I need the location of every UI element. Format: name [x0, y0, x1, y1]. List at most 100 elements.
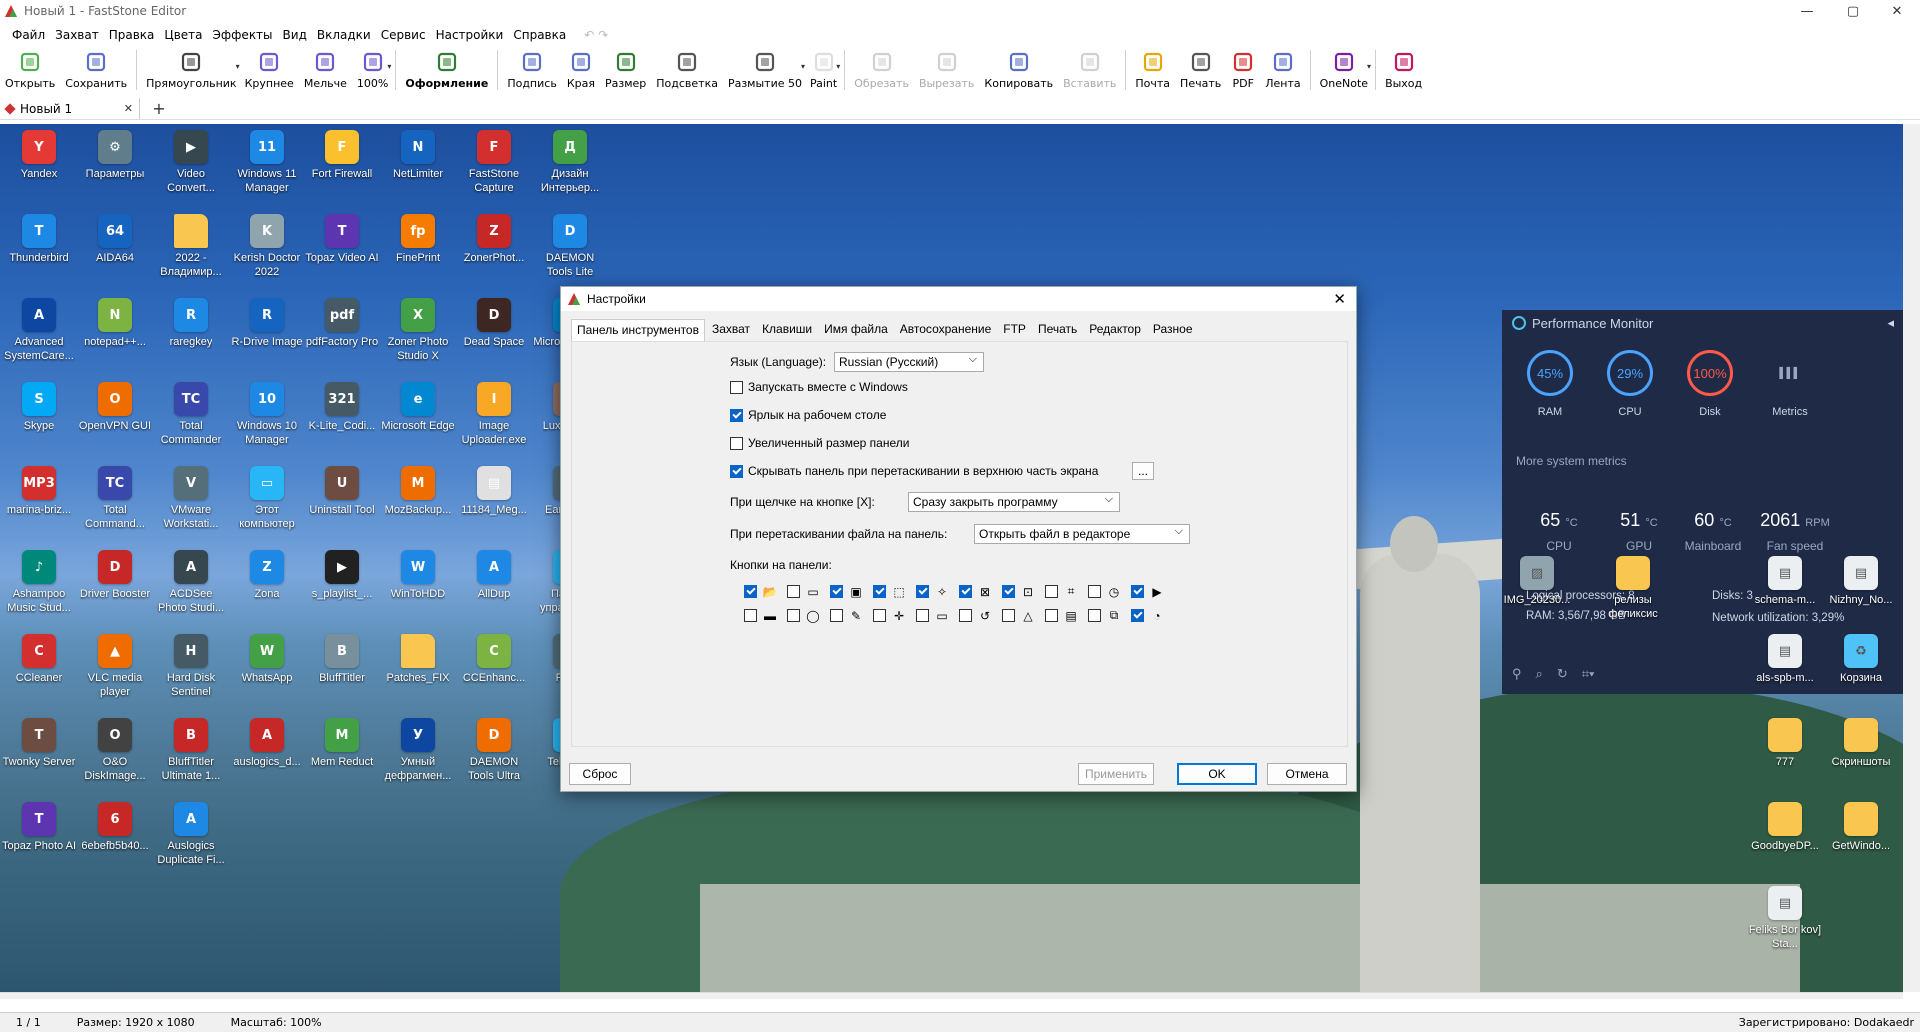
- maximize-button[interactable]: ▢: [1830, 0, 1876, 22]
- check-hide-panel[interactable]: Скрывать панель при перетаскивании в вер…: [730, 464, 1098, 478]
- menu-item[interactable]: Файл: [12, 28, 45, 42]
- panel-button-checkbox[interactable]: [916, 585, 929, 598]
- perf-collapse-icon[interactable]: ◂: [1887, 315, 1894, 331]
- desktop-icon[interactable]: T Twonky Server: [2, 718, 76, 769]
- toolbar-button[interactable]: Копировать: [982, 50, 1055, 90]
- panel-button-option[interactable]: 📂: [744, 585, 778, 599]
- desktop-icon[interactable]: S Skype: [2, 382, 76, 433]
- desktop-icon[interactable]: D Dead Space: [457, 298, 531, 349]
- toolbar-button[interactable]: Подпись: [505, 50, 558, 90]
- panel-button-option[interactable]: ⊡: [1002, 585, 1036, 599]
- desktop-icon[interactable]: ▨ IMG_20230...: [1500, 556, 1574, 607]
- toolbar-button[interactable]: OneNote: [1318, 50, 1370, 90]
- panel-button-checkbox[interactable]: [1088, 609, 1101, 622]
- desktop-icon[interactable]: ▶ Video Convert...: [154, 130, 228, 195]
- hide-panel-more-button[interactable]: ...: [1132, 462, 1154, 480]
- desktop-icon[interactable]: B BluffTitler: [305, 634, 379, 685]
- desktop-icon[interactable]: ♪ Ashampoo Music Stud...: [2, 550, 76, 615]
- search-icon[interactable]: ⌕: [1536, 666, 1543, 682]
- desktop-icon[interactable]: B BluffTitler Ultimate 1...: [154, 718, 228, 783]
- panel-button-option[interactable]: ▣: [830, 585, 864, 599]
- panel-button-checkbox[interactable]: [744, 585, 757, 598]
- settings-tab[interactable]: Захват: [707, 319, 755, 341]
- settings-tab[interactable]: Редактор: [1084, 319, 1146, 341]
- menu-item[interactable]: Вкладки: [317, 28, 371, 42]
- panel-button-checkbox[interactable]: [1131, 585, 1144, 598]
- desktop-icon[interactable]: GoodbyeDP...: [1748, 802, 1822, 853]
- menu-item[interactable]: Эффекты: [213, 28, 273, 42]
- desktop-icon[interactable]: Z Zona: [230, 550, 304, 601]
- desktop-icon[interactable]: Aauslogics_d...: [230, 718, 304, 769]
- panel-button-option[interactable]: ⌗: [1045, 584, 1079, 599]
- settings-close-icon[interactable]: ✕: [1333, 290, 1346, 308]
- desktop-icon[interactable]: У Умный дефрагмен...: [381, 718, 455, 783]
- desktop-icon[interactable]: 11 Windows 11 Manager: [230, 130, 304, 195]
- desktop-icon[interactable]: K Kerish Doctor 2022: [230, 214, 304, 279]
- toolbar-button[interactable]: Оформление: [403, 50, 490, 90]
- desktop-icon[interactable]: R R-Drive Image: [230, 298, 304, 349]
- add-tab-button[interactable]: +: [148, 99, 170, 118]
- check-startup[interactable]: Запускать вместе с Windows: [730, 380, 908, 394]
- panel-button-option[interactable]: ✛: [873, 609, 907, 623]
- desktop-icon[interactable]: ▤ Nizhny_No...: [1824, 556, 1898, 607]
- desktop-icon[interactable]: ▤ Feliks Bor kov] Sta...: [1748, 886, 1822, 951]
- close-button[interactable]: ✕: [1874, 0, 1920, 22]
- menu-item[interactable]: Захват: [55, 28, 99, 42]
- pin-icon[interactable]: ⚲: [1512, 666, 1522, 682]
- panel-button-checkbox[interactable]: [873, 585, 886, 598]
- horizontal-scrollbar[interactable]: [0, 992, 1903, 999]
- doc-tab-new1[interactable]: Новый 1 ✕: [0, 98, 140, 119]
- desktop-icon[interactable]: M MozBackup...: [381, 466, 455, 517]
- panel-button-checkbox[interactable]: [959, 609, 972, 622]
- toolbar-button[interactable]: Размер: [603, 50, 648, 90]
- panel-button-option[interactable]: ▤: [1045, 609, 1079, 623]
- close-action-select[interactable]: Сразу закрыть программу: [908, 492, 1120, 512]
- desktop-icon[interactable]: Patches_FIX: [381, 634, 455, 685]
- perf-gauge[interactable]: ▌▌▌ Metrics: [1760, 350, 1820, 419]
- dropdown-arrow-icon[interactable]: ▾: [1367, 62, 1371, 71]
- desktop-icon[interactable]: T Thunderbird: [2, 214, 76, 265]
- panel-button-checkbox[interactable]: [916, 609, 929, 622]
- toolbar-button[interactable]: Почта: [1133, 50, 1172, 90]
- settings-tab[interactable]: Имя файла: [819, 319, 893, 341]
- undo-redo-icons[interactable]: ↶ ↷: [584, 28, 608, 42]
- desktop-icon[interactable]: A ACDSee Photo Studi...: [154, 550, 228, 615]
- desktop-icon[interactable]: A AllDup: [457, 550, 531, 601]
- panel-button-option[interactable]: ↺: [959, 609, 993, 623]
- startup-checkbox[interactable]: [730, 380, 743, 394]
- desktop-icon[interactable]: TC Total Command...: [78, 466, 152, 531]
- panel-button-option[interactable]: ⧉: [1088, 608, 1122, 623]
- desktop-icon[interactable]: F Fort Firewall: [305, 130, 379, 181]
- toolbar-button[interactable]: Мельче: [302, 50, 349, 90]
- panel-button-checkbox[interactable]: [1045, 609, 1058, 622]
- perf-gauge[interactable]: 100% Disk: [1680, 350, 1740, 418]
- menu-item[interactable]: Настройки: [436, 28, 504, 42]
- panel-button-option[interactable]: ▭: [916, 609, 950, 623]
- panel-button-checkbox[interactable]: [959, 585, 972, 598]
- desktop-icon[interactable]: M Mem Reduct: [305, 718, 379, 769]
- panel-button-checkbox[interactable]: [787, 609, 800, 622]
- toolbar-button[interactable]: Печать: [1178, 50, 1223, 90]
- language-select[interactable]: Russian (Русский): [834, 352, 984, 372]
- desktop-icon[interactable]: D DAEMON Tools Ultra: [457, 718, 531, 783]
- desktop-icon[interactable]: T Topaz Video AI: [305, 214, 379, 265]
- desktop-icon[interactable]: 10 Windows 10 Manager: [230, 382, 304, 447]
- dropdown-arrow-icon[interactable]: ▾: [801, 62, 805, 71]
- desktop-icon[interactable]: T Topaz Photo AI: [2, 802, 76, 853]
- toolbar-button[interactable]: Выход: [1383, 50, 1424, 90]
- dropdown-arrow-icon[interactable]: ▾: [836, 62, 840, 71]
- desktop-icon[interactable]: TC Total Commander: [154, 382, 228, 447]
- panel-button-checkbox[interactable]: [1002, 609, 1015, 622]
- desktop-icon[interactable]: ▶ s_playlist_...: [305, 550, 379, 601]
- toolbar-button[interactable]: Сохранить: [63, 50, 129, 90]
- desktop-icon[interactable]: ♻ Корзина: [1824, 634, 1898, 685]
- toolbar-button[interactable]: Paint: [808, 50, 839, 90]
- desktop-icon[interactable]: ▭ Этот компьютер: [230, 466, 304, 531]
- toolbar-button[interactable]: 100%: [355, 50, 390, 90]
- panel-button-option[interactable]: ⬚: [873, 585, 907, 599]
- panel-button-checkbox[interactable]: [830, 609, 843, 622]
- desktop-icon[interactable]: fp FinePrint: [381, 214, 455, 265]
- perf-more-metrics[interactable]: More system metrics: [1516, 454, 1627, 468]
- desktop-icon[interactable]: A Auslogics Duplicate Fi...: [154, 802, 228, 867]
- desktop-icon[interactable]: X Zoner Photo Studio X: [381, 298, 455, 363]
